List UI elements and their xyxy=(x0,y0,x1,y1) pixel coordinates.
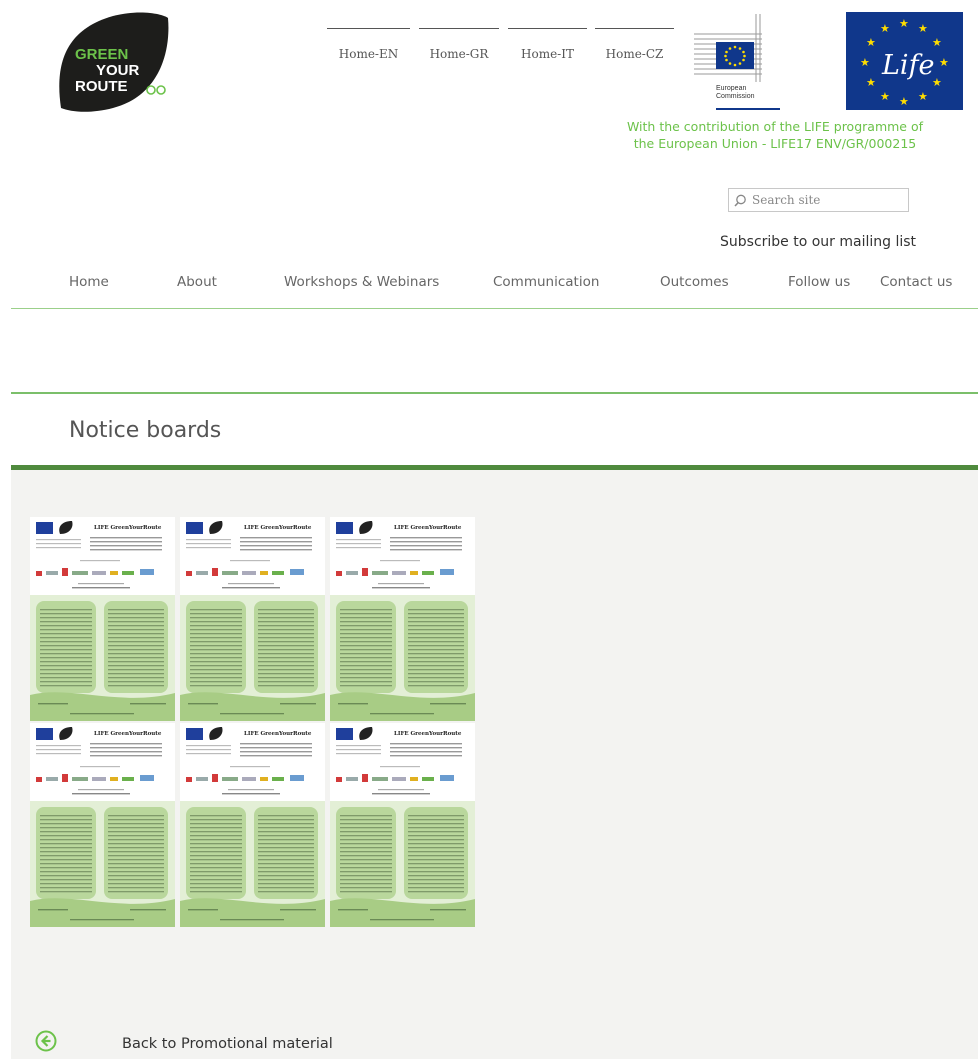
subscribe-mailing-list-link[interactable]: Subscribe to our mailing list xyxy=(720,234,978,250)
notice-board-thumbnail[interactable]: LIFE GreenYourRoute xyxy=(330,723,475,927)
notice-board-gallery: LIFE GreenYourRoute LIFE GreenYourRoute … xyxy=(30,517,475,929)
notice-board-poster-image: LIFE GreenYourRoute xyxy=(30,517,175,721)
svg-text:★: ★ xyxy=(899,95,909,108)
arrow-left-circle-icon[interactable] xyxy=(35,1030,57,1052)
notice-board-poster-image: LIFE GreenYourRoute xyxy=(180,723,325,927)
life-programme-logo[interactable]: ★ ★ ★ ★ ★ ★ ★ ★ ★ ★ ★ ★ Life xyxy=(846,12,963,110)
notice-board-thumbnail[interactable]: LIFE GreenYourRoute xyxy=(30,517,175,721)
svg-text:★: ★ xyxy=(918,90,928,103)
svg-text:★: ★ xyxy=(932,36,942,49)
svg-text:★: ★ xyxy=(866,36,876,49)
svg-text:★: ★ xyxy=(939,56,949,69)
nav-item-home[interactable]: Home xyxy=(69,274,109,290)
nav-item-outcomes[interactable]: Outcomes xyxy=(660,274,729,290)
notice-board-poster-image: LIFE GreenYourRoute xyxy=(330,723,475,927)
back-to-promotional-material-link[interactable]: Back to Promotional material xyxy=(122,1036,333,1052)
svg-text:★: ★ xyxy=(880,90,890,103)
lang-link-gr[interactable]: Home-GR xyxy=(419,28,499,64)
life-logo-text: Life xyxy=(881,50,935,81)
search-icon[interactable] xyxy=(734,193,749,208)
nav-item-about[interactable]: About xyxy=(177,274,217,290)
svg-text:LIFE GreenYourRoute: LIFE GreenYourRoute xyxy=(244,525,312,531)
ec-logo-text-2: Commission xyxy=(716,93,755,100)
nav-divider xyxy=(11,308,978,309)
logo-text-line3: ROUTE xyxy=(75,78,128,95)
notice-board-poster-image: LIFE GreenYourRoute xyxy=(180,517,325,721)
notice-board-poster-image: LIFE GreenYourRoute xyxy=(330,517,475,721)
svg-text:LIFE GreenYourRoute: LIFE GreenYourRoute xyxy=(94,525,162,531)
notice-board-poster-image: LIFE GreenYourRoute xyxy=(30,723,175,927)
search-input[interactable] xyxy=(752,193,908,207)
nav-item-workshops-webinars[interactable]: Workshops & Webinars xyxy=(284,274,439,290)
svg-text:★: ★ xyxy=(899,17,909,30)
contribution-line-2: the European Union - LIFE17 ENV/GR/00021… xyxy=(633,136,917,151)
title-band-top-rule xyxy=(11,392,978,394)
nav-item-follow-us[interactable]: Follow us xyxy=(788,274,850,290)
lang-link-cz[interactable]: Home-CZ xyxy=(595,28,674,64)
logo-text-line1: GREEN xyxy=(75,46,128,63)
svg-text:LIFE GreenYourRoute: LIFE GreenYourRoute xyxy=(244,731,312,737)
green-your-route-logo[interactable]: GREEN YOUR ROUTE xyxy=(55,12,171,114)
page-title: Notice boards xyxy=(69,418,222,443)
nav-item-communication[interactable]: Communication xyxy=(493,274,599,290)
nav-item-contact-us[interactable]: Contact us xyxy=(880,274,952,290)
svg-text:★: ★ xyxy=(880,22,890,35)
ec-logo-text-1: European xyxy=(716,85,746,92)
svg-text:★: ★ xyxy=(860,56,870,69)
logo-text-line2: YOUR xyxy=(96,62,140,79)
notice-board-thumbnail[interactable]: LIFE GreenYourRoute xyxy=(180,723,325,927)
life-contribution-notice: With the contribution of the LIFE progra… xyxy=(590,118,960,152)
notice-board-thumbnail[interactable]: LIFE GreenYourRoute xyxy=(330,517,475,721)
notice-board-thumbnail[interactable]: LIFE GreenYourRoute xyxy=(180,517,325,721)
contribution-line-1: With the contribution of the LIFE progra… xyxy=(626,119,924,134)
search-box[interactable] xyxy=(728,188,909,212)
svg-text:LIFE GreenYourRoute: LIFE GreenYourRoute xyxy=(394,731,462,737)
svg-text:LIFE GreenYourRoute: LIFE GreenYourRoute xyxy=(94,731,162,737)
svg-text:★: ★ xyxy=(918,22,928,35)
lang-link-en[interactable]: Home-EN xyxy=(327,28,410,64)
european-commission-logo[interactable]: European Commission xyxy=(692,12,782,112)
svg-text:LIFE GreenYourRoute: LIFE GreenYourRoute xyxy=(394,525,462,531)
notice-board-thumbnail[interactable]: LIFE GreenYourRoute xyxy=(30,723,175,927)
lang-link-it[interactable]: Home-IT xyxy=(508,28,587,64)
svg-text:★: ★ xyxy=(866,76,876,89)
